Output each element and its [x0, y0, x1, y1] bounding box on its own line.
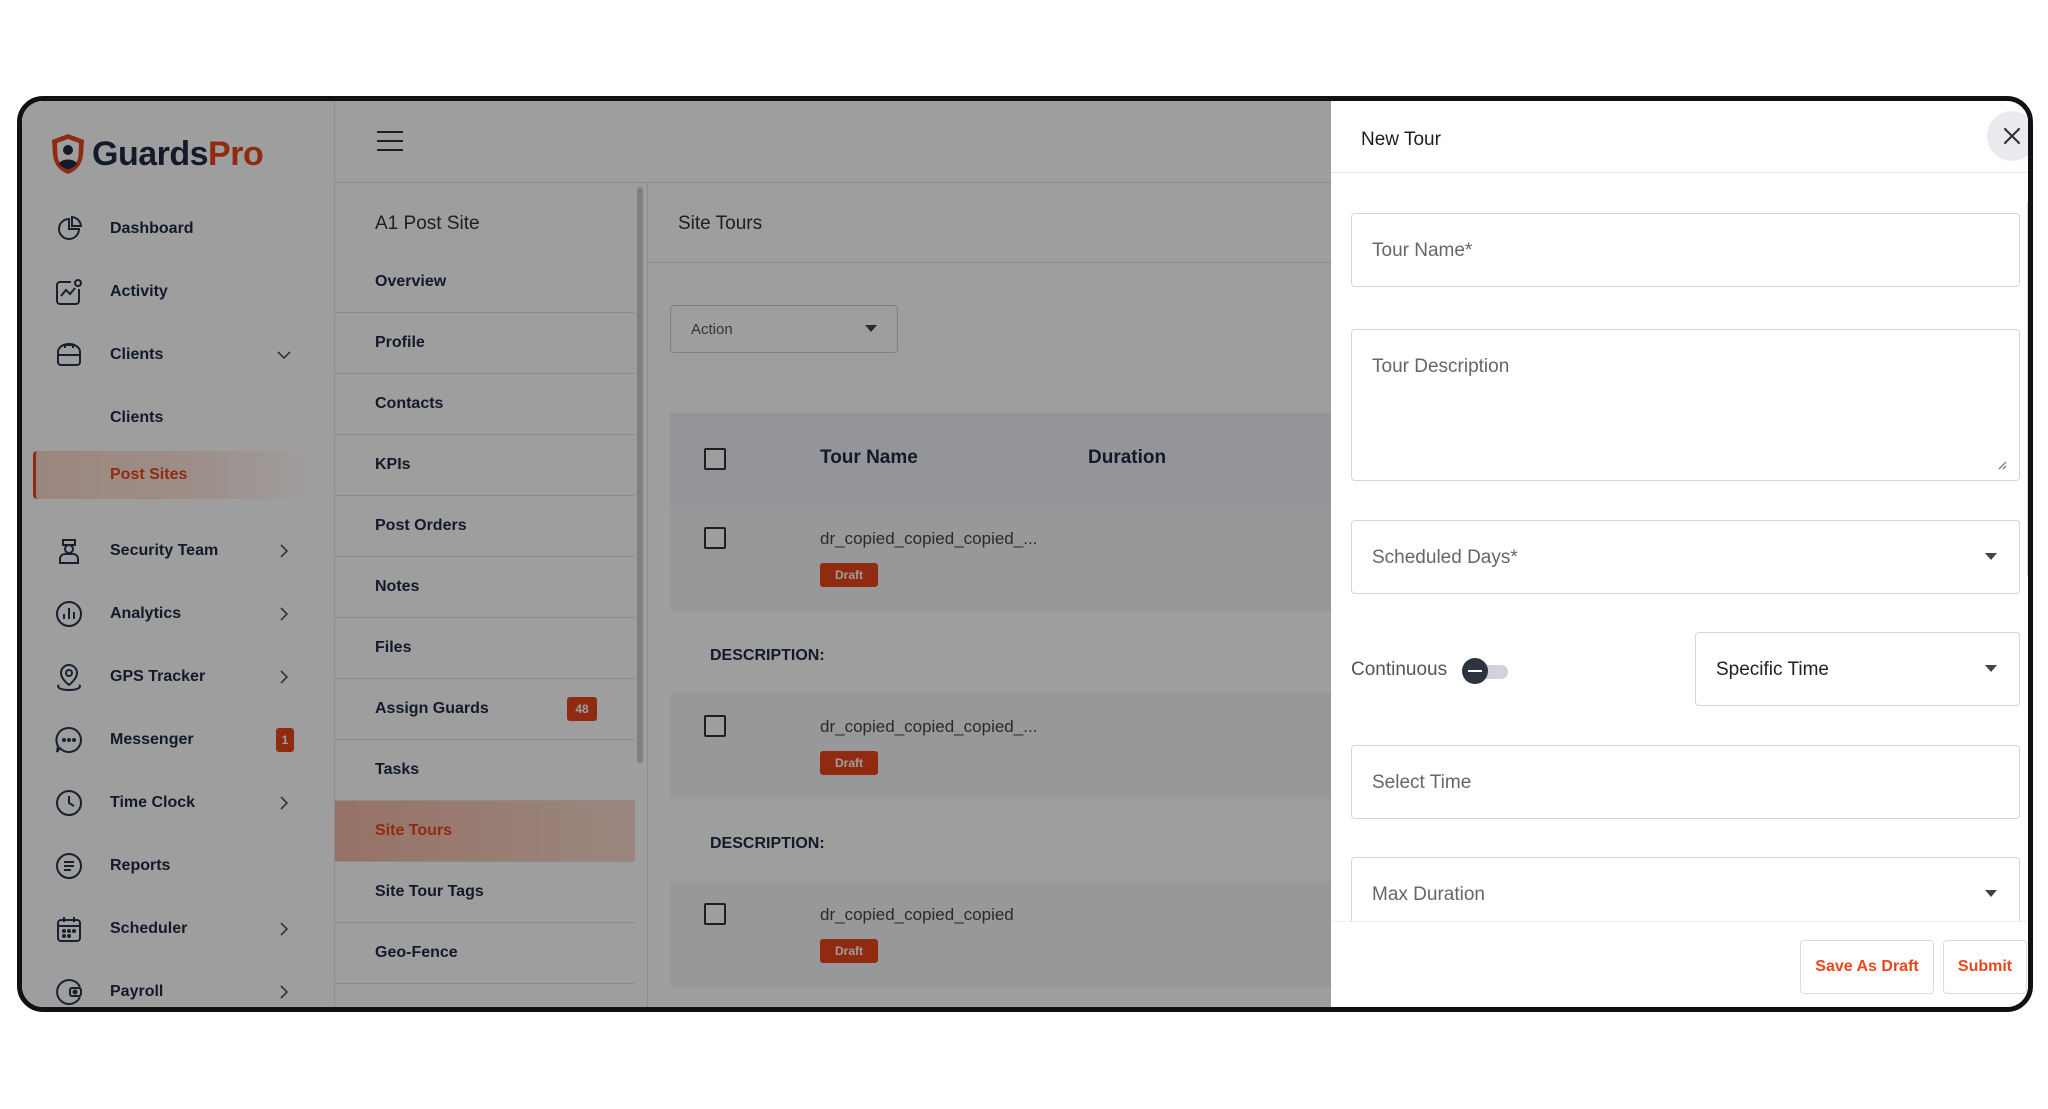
time-mode-value: Specific Time: [1716, 659, 1829, 680]
toggle-knob: [1462, 658, 1488, 684]
tour-name-field[interactable]: Tour Name*: [1351, 213, 2020, 287]
scheduled-days-select[interactable]: Scheduled Days*: [1351, 520, 2020, 594]
continuous-label: Continuous: [1351, 659, 1448, 680]
close-button[interactable]: [1987, 111, 2028, 161]
max-duration-placeholder: Max Duration: [1372, 884, 1485, 905]
save-as-draft-button[interactable]: Save As Draft: [1800, 940, 1934, 994]
new-tour-drawer: New Tour Tour Name* Tour Description Sch…: [1331, 101, 2028, 1007]
caret-down-icon: [1985, 890, 1997, 897]
app-window: GuardsPro Dashboard Activity Clients Cli…: [17, 96, 2033, 1012]
caret-down-icon: [1985, 665, 1997, 672]
time-mode-select[interactable]: Specific Time: [1695, 632, 2020, 706]
continuous-toggle[interactable]: [1462, 658, 1510, 684]
tour-name-placeholder: Tour Name*: [1372, 240, 1473, 261]
drawer-footer: Save As Draft Submit: [1331, 921, 2028, 1007]
close-icon: [2003, 127, 2021, 145]
submit-button[interactable]: Submit: [1943, 940, 2027, 994]
resize-handle-icon[interactable]: [1997, 460, 2007, 470]
modal-backdrop[interactable]: [22, 101, 1331, 1007]
select-time-field[interactable]: Select Time: [1351, 745, 2020, 819]
tour-description-field[interactable]: Tour Description: [1351, 329, 2020, 481]
max-duration-select[interactable]: Max Duration: [1351, 857, 2020, 931]
caret-down-icon: [1985, 553, 1997, 560]
drawer-scrollbar[interactable]: [2027, 201, 2028, 577]
drawer-header: New Tour: [1331, 101, 2028, 173]
select-time-placeholder: Select Time: [1372, 772, 1472, 793]
tour-description-placeholder: Tour Description: [1372, 356, 1510, 377]
drawer-title: New Tour: [1361, 129, 1441, 150]
scheduled-days-placeholder: Scheduled Days*: [1372, 547, 1518, 568]
